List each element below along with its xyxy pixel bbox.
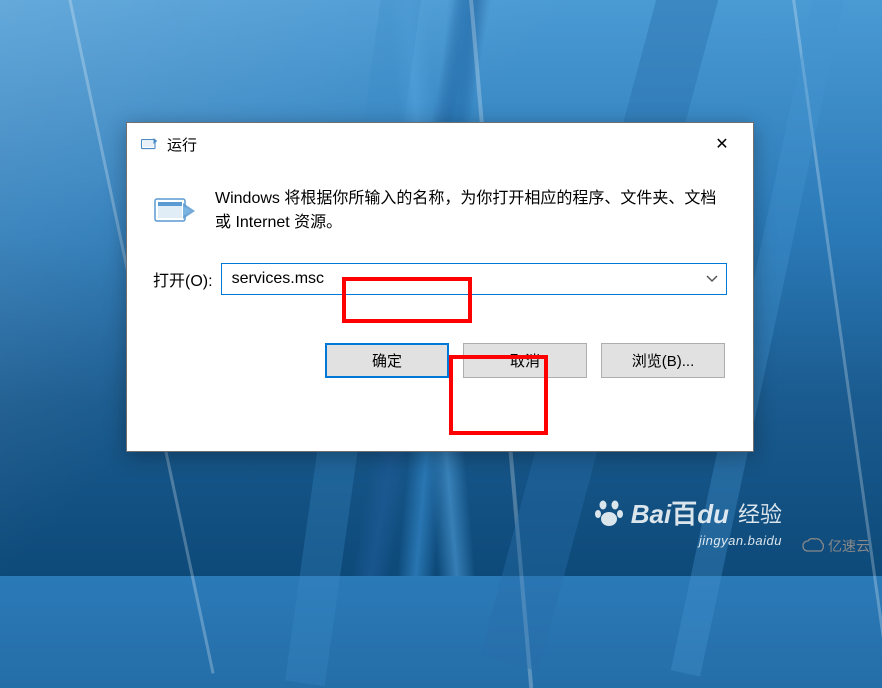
close-button[interactable]: ✕	[699, 128, 745, 160]
run-dialog: 运行 ✕ Windows 将根据你所输入的名称，为你打开相应的程序、文件夹、文档…	[126, 122, 754, 452]
run-program-icon	[153, 191, 197, 231]
open-combobox[interactable]	[221, 263, 727, 295]
baidu-product-text: 经验	[738, 497, 782, 529]
baidu-watermark: Bai百du 经验 jingyan.baidu	[593, 494, 782, 548]
dialog-title: 运行	[167, 134, 699, 155]
cancel-button[interactable]: 取消	[463, 343, 587, 378]
baidu-brand-text: Bai百du	[631, 494, 729, 531]
button-row: 确定 取消 浏览(B)...	[153, 343, 727, 378]
cloud-icon	[802, 538, 824, 554]
yisu-watermark: 亿速云	[802, 536, 870, 556]
title-bar[interactable]: 运行 ✕	[127, 123, 753, 165]
close-icon: ✕	[715, 134, 728, 154]
open-input[interactable]	[222, 264, 698, 294]
dialog-description: Windows 将根据你所输入的名称，为你打开相应的程序、文件夹、文档或 Int…	[215, 187, 727, 235]
input-label: 打开(O):	[153, 267, 213, 291]
run-title-icon	[139, 134, 159, 154]
chevron-down-icon[interactable]	[698, 275, 726, 283]
ok-button[interactable]: 确定	[325, 343, 449, 378]
baidu-url-text: jingyan.baidu	[699, 533, 782, 548]
browse-button[interactable]: 浏览(B)...	[601, 343, 725, 378]
dialog-body: Windows 将根据你所输入的名称，为你打开相应的程序、文件夹、文档或 Int…	[127, 165, 753, 398]
yisu-text: 亿速云	[828, 536, 870, 556]
paw-icon	[593, 497, 625, 529]
